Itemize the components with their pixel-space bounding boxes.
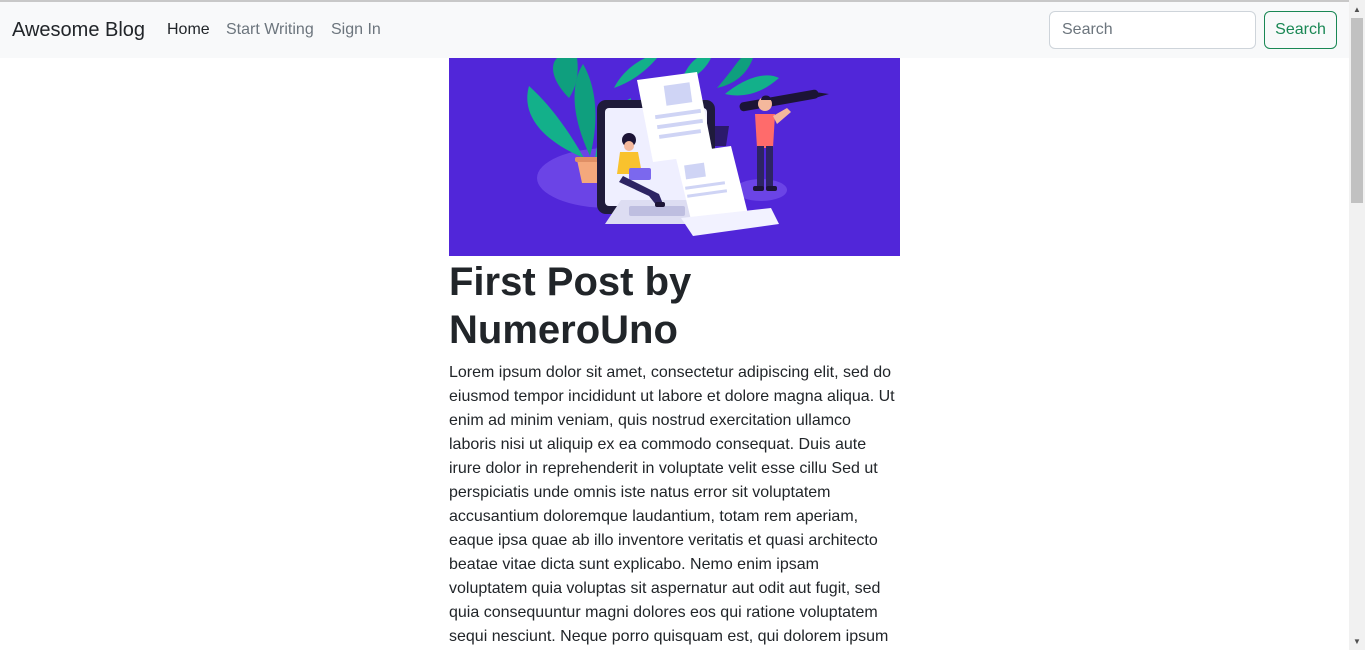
post-hero-image bbox=[449, 58, 900, 256]
brand-link[interactable]: Awesome Blog bbox=[12, 18, 145, 42]
scroll-down-arrow-icon[interactable]: ▼ bbox=[1349, 634, 1365, 650]
post-body: Lorem ipsum dolor sit amet, consectetur … bbox=[449, 364, 895, 645]
search-button[interactable]: Search bbox=[1264, 11, 1337, 49]
search-input[interactable] bbox=[1049, 11, 1256, 49]
post-title: First Post by NumeroUno bbox=[449, 260, 692, 352]
nav-link-home[interactable]: Home bbox=[167, 20, 210, 40]
navbar: Awesome Blog Home Start Writing Sign In … bbox=[0, 2, 1349, 58]
vertical-scrollbar[interactable]: ▲ ▼ bbox=[1349, 0, 1365, 650]
scroll-thumb[interactable] bbox=[1351, 18, 1363, 203]
writing-illustration bbox=[449, 58, 900, 256]
nav-link-sign-in[interactable]: Sign In bbox=[331, 20, 381, 40]
scroll-up-arrow-icon[interactable]: ▲ bbox=[1349, 2, 1365, 18]
nav-link-start-writing[interactable]: Start Writing bbox=[226, 20, 314, 40]
